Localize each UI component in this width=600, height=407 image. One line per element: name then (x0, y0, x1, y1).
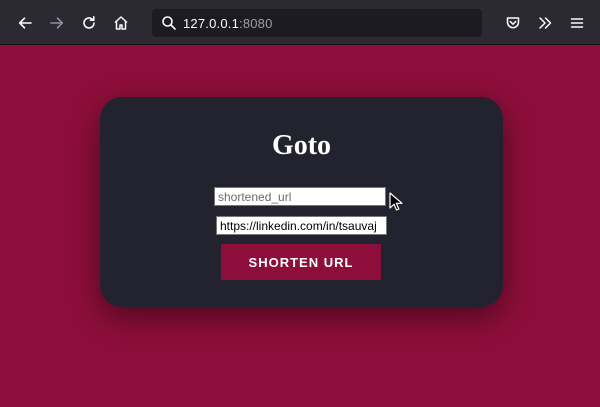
mouse-cursor-icon (389, 192, 403, 212)
address-text[interactable]: 127.0.0.1:8080 (183, 16, 273, 31)
shortened-url-input[interactable] (214, 187, 386, 206)
arrow-left-icon (17, 15, 33, 31)
overflow-button[interactable] (531, 9, 559, 37)
browser-toolbar: 127.0.0.1:8080 (0, 0, 600, 45)
page-title: Goto (271, 130, 332, 161)
shortener-card: Goto Shorten URL (100, 97, 503, 307)
chevrons-right-icon (537, 15, 553, 31)
address-bar[interactable]: 127.0.0.1:8080 (152, 9, 482, 37)
reload-button[interactable] (75, 9, 103, 37)
search-icon (155, 9, 183, 37)
forward-button[interactable] (43, 9, 71, 37)
pocket-button[interactable] (499, 9, 527, 37)
reload-icon (81, 15, 97, 31)
hamburger-menu-icon (569, 15, 585, 31)
url-host: 127.0.0.1 (183, 15, 240, 31)
url-port: :8080 (239, 15, 273, 31)
back-button[interactable] (11, 9, 39, 37)
shorten-url-button[interactable]: Shorten URL (221, 244, 381, 280)
pocket-icon (505, 15, 521, 31)
arrow-right-icon (49, 15, 65, 31)
home-button[interactable] (107, 9, 135, 37)
home-icon (113, 15, 129, 31)
long-url-input[interactable] (216, 216, 387, 235)
app-menu-button[interactable] (563, 9, 591, 37)
